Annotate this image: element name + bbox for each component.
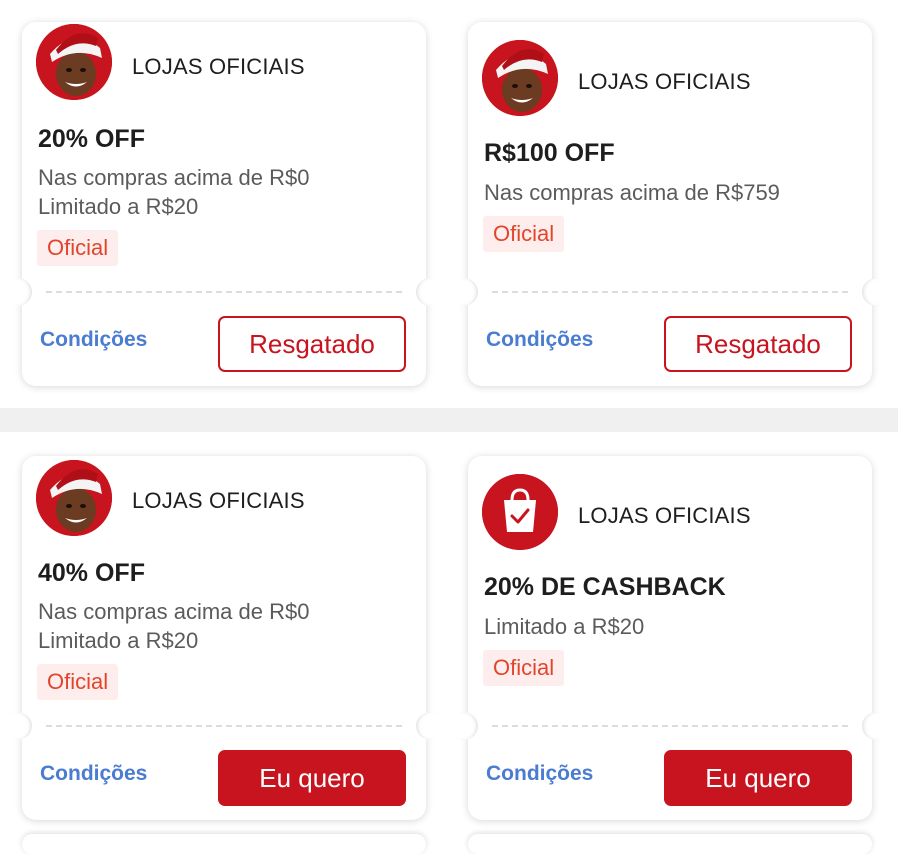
coupon-title: 20% DE CASHBACK <box>484 573 726 601</box>
ticket-notch <box>450 712 478 740</box>
ticket-notch <box>862 712 890 740</box>
coupon-title: 20% OFF <box>38 125 145 153</box>
claim-coupon-button[interactable]: Eu quero <box>218 750 406 806</box>
redeemed-button[interactable]: Resgatado <box>664 316 852 372</box>
coupon-limit: Limitado a R$20 <box>38 628 199 653</box>
conditions-link[interactable]: Condições <box>40 328 147 352</box>
coupon-min-purchase: Nas compras acima de R$759 <box>484 180 780 205</box>
santa-avatar-icon <box>36 460 112 536</box>
coupon-limit: Limitado a R$20 <box>38 194 199 219</box>
santa-avatar-icon <box>482 40 558 116</box>
store-name: LOJAS OFICIAIS <box>132 488 305 513</box>
claim-coupon-button[interactable]: Eu quero <box>664 750 852 806</box>
coupon-card: LOJAS OFICIAIS R$100 OFF Nas compras aci… <box>450 22 890 386</box>
official-badge: Oficial <box>483 650 565 686</box>
store-name: LOJAS OFICIAIS <box>578 503 751 528</box>
coupon-card: LOJAS OFICIAIS 20% OFF Nas compras acima… <box>4 22 444 386</box>
santa-avatar-icon <box>36 24 112 100</box>
section-divider <box>0 408 898 432</box>
coupon-title: R$100 OFF <box>484 139 615 167</box>
official-badge: Oficial <box>37 230 119 266</box>
coupon-card: LOJAS OFICIAIS 40% OFF Nas compras acima… <box>4 456 444 820</box>
ticket-notch <box>450 278 478 306</box>
coupon-min-purchase: Nas compras acima de R$0 <box>38 599 310 624</box>
store-name: LOJAS OFICIAIS <box>132 54 305 79</box>
official-badge: Oficial <box>37 664 119 700</box>
ticket-divider <box>46 725 402 727</box>
ticket-divider <box>46 291 402 293</box>
ticket-notch <box>4 712 32 740</box>
conditions-link[interactable]: Condições <box>486 762 593 786</box>
ticket-divider <box>492 291 848 293</box>
ticket-notch <box>416 712 444 740</box>
ticket-notch <box>862 278 890 306</box>
next-coupon-card-peek <box>468 834 872 854</box>
coupon-card: LOJAS OFICIAIS 20% DE CASHBACK Limitado … <box>450 456 890 820</box>
conditions-link[interactable]: Condições <box>40 762 147 786</box>
official-badge: Oficial <box>483 216 565 252</box>
ticket-notch <box>416 278 444 306</box>
shopping-bag-check-icon <box>482 474 558 550</box>
coupon-title: 40% OFF <box>38 559 145 587</box>
redeemed-button[interactable]: Resgatado <box>218 316 406 372</box>
ticket-divider <box>492 725 848 727</box>
conditions-link[interactable]: Condições <box>486 328 593 352</box>
coupon-limit: Limitado a R$20 <box>484 614 645 639</box>
ticket-notch <box>4 278 32 306</box>
next-coupon-card-peek <box>22 834 426 854</box>
coupon-min-purchase: Nas compras acima de R$0 <box>38 165 310 190</box>
store-name: LOJAS OFICIAIS <box>578 69 751 94</box>
